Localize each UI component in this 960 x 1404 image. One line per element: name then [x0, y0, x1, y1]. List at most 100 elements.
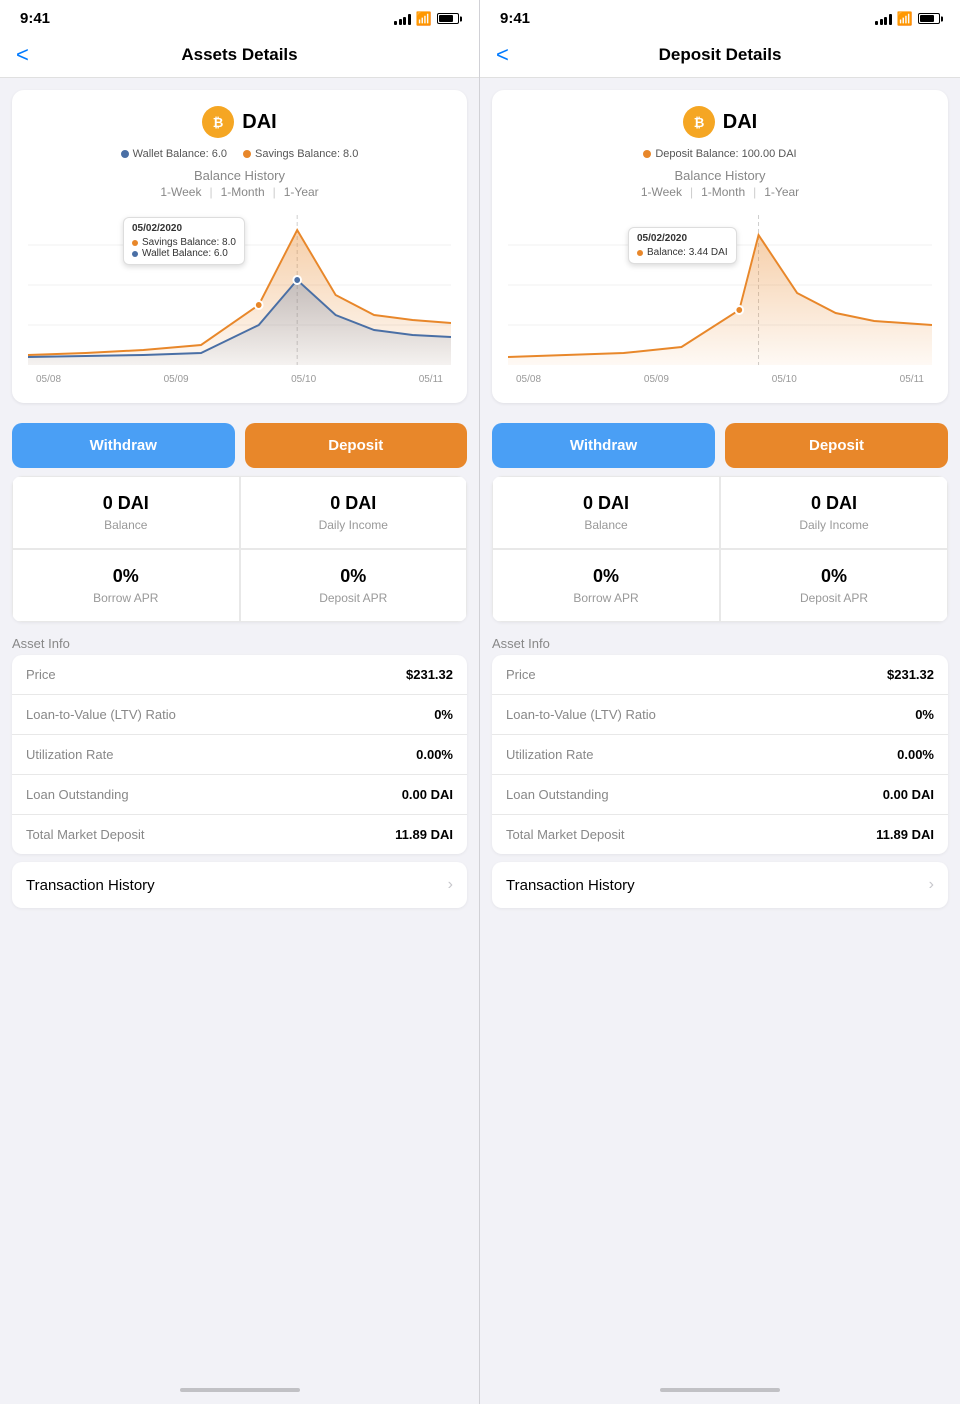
asset-info-label-1: Asset Info	[0, 630, 479, 655]
chart-xlabels-2: 05/08 05/09 05/10 05/11	[508, 372, 932, 387]
home-bar-1	[180, 1388, 300, 1392]
asset-info-card-1: Price $231.32 Loan-to-Value (LTV) Ratio …	[12, 655, 467, 854]
tab-1month-1[interactable]: 1-Month	[221, 185, 265, 199]
tab-1month-2[interactable]: 1-Month	[701, 185, 745, 199]
info-key-price-1: Price	[26, 667, 56, 682]
txn-card-1[interactable]: Transaction History ›	[12, 862, 467, 908]
legend-dot-savings	[243, 150, 251, 158]
txn-row-2: Transaction History ›	[492, 862, 948, 908]
home-indicator-1	[0, 1380, 479, 1404]
xlabel-0511-1: 05/11	[419, 374, 443, 385]
withdraw-button-2[interactable]: Withdraw	[492, 423, 715, 468]
info-key-util-1: Utilization Rate	[26, 747, 113, 762]
legend-1: Wallet Balance: 6.0 Savings Balance: 8.0	[28, 148, 451, 160]
tooltip-dot-wallet-1	[132, 251, 138, 257]
stat-value-daily-income-1: 0 DAI	[257, 493, 451, 514]
chart-tooltip-1: 05/02/2020 Savings Balance: 8.0 Wallet B…	[123, 217, 245, 265]
stat-balance-2: 0 DAI Balance	[492, 476, 720, 549]
info-row-deposit-1: Total Market Deposit 11.89 DAI	[12, 815, 467, 854]
info-row-ltv-2: Loan-to-Value (LTV) Ratio 0%	[492, 695, 948, 735]
stat-daily-income-1: 0 DAI Daily Income	[240, 476, 468, 549]
stat-value-balance-1: 0 DAI	[29, 493, 223, 514]
stat-label-daily-income-2: Daily Income	[737, 518, 931, 532]
wifi-icon-1: 📶	[416, 11, 432, 27]
page-title-2: Deposit Details	[659, 45, 782, 65]
tooltip-savings-label-1: Savings Balance: 8.0	[142, 237, 236, 248]
tab-1year-1[interactable]: 1-Year	[284, 185, 319, 199]
xlabel-0510-1: 05/10	[291, 374, 316, 385]
info-key-util-2: Utilization Rate	[506, 747, 593, 762]
legend-2: Deposit Balance: 100.00 DAI	[508, 148, 932, 160]
asset-info-card-2: Price $231.32 Loan-to-Value (LTV) Ratio …	[492, 655, 948, 854]
chart-tabs-1: 1-Week | 1-Month | 1-Year	[28, 185, 451, 199]
stat-value-borrow-apr-1: 0%	[29, 566, 223, 587]
stat-label-borrow-apr-2: Borrow APR	[509, 591, 703, 605]
status-time-1: 9:41	[20, 10, 50, 27]
stat-label-deposit-apr-2: Deposit APR	[737, 591, 931, 605]
info-row-ltv-1: Loan-to-Value (LTV) Ratio 0%	[12, 695, 467, 735]
info-row-util-2: Utilization Rate 0.00%	[492, 735, 948, 775]
tooltip-date-1: 05/02/2020	[132, 223, 236, 234]
back-button-1[interactable]: <	[16, 42, 29, 68]
stat-borrow-apr-1: 0% Borrow APR	[12, 549, 240, 622]
status-icons-2: 📶	[875, 11, 940, 27]
stat-label-daily-income-1: Daily Income	[257, 518, 451, 532]
chart-tabs-2: 1-Week | 1-Month | 1-Year	[508, 185, 932, 199]
battery-icon-1	[437, 13, 459, 24]
stat-label-deposit-apr-1: Deposit APR	[257, 591, 451, 605]
token-header-1: ₿ DAI	[28, 106, 451, 138]
tooltip-dot-deposit-2	[637, 250, 643, 256]
stat-daily-income-2: 0 DAI Daily Income	[720, 476, 948, 549]
deposit-button-1[interactable]: Deposit	[245, 423, 468, 468]
token-name-1: DAI	[242, 111, 276, 134]
info-val-deposit-1: 11.89 DAI	[395, 827, 453, 842]
info-key-loan-2: Loan Outstanding	[506, 787, 609, 802]
txn-label-2: Transaction History	[506, 877, 635, 894]
tooltip-deposit-label-2: Balance: 3.44 DAI	[647, 247, 728, 258]
status-icons-1: 📶	[394, 11, 459, 27]
chevron-right-icon-2: ›	[929, 876, 934, 894]
battery-icon-2	[918, 13, 940, 24]
stat-value-deposit-apr-1: 0%	[257, 566, 451, 587]
info-key-deposit-2: Total Market Deposit	[506, 827, 625, 842]
tab-1week-2[interactable]: 1-Week	[641, 185, 682, 199]
tooltip-date-2: 05/02/2020	[637, 233, 728, 244]
page-title-1: Assets Details	[181, 45, 297, 65]
dai-icon-2: ₿	[683, 106, 715, 138]
info-row-loan-2: Loan Outstanding 0.00 DAI	[492, 775, 948, 815]
chevron-right-icon-1: ›	[448, 876, 453, 894]
asset-info-label-2: Asset Info	[480, 630, 960, 655]
tooltip-row-savings-1: Savings Balance: 8.0	[132, 237, 236, 248]
info-row-deposit-2: Total Market Deposit 11.89 DAI	[492, 815, 948, 854]
stat-value-deposit-apr-2: 0%	[737, 566, 931, 587]
action-buttons-1: Withdraw Deposit	[0, 411, 479, 476]
home-indicator-2	[480, 1380, 960, 1404]
info-val-deposit-2: 11.89 DAI	[876, 827, 934, 842]
legend-dot-deposit	[643, 150, 651, 158]
action-buttons-2: Withdraw Deposit	[480, 411, 960, 476]
back-button-2[interactable]: <	[496, 42, 509, 68]
chart-title-1: Balance History	[28, 168, 451, 183]
stat-balance-1: 0 DAI Balance	[12, 476, 240, 549]
svg-text:₿: ₿	[213, 115, 224, 130]
signal-icon-2	[875, 13, 892, 25]
legend-label-wallet: Wallet Balance: 6.0	[133, 148, 227, 160]
info-row-price-2: Price $231.32	[492, 655, 948, 695]
withdraw-button-1[interactable]: Withdraw	[12, 423, 235, 468]
info-val-util-2: 0.00%	[897, 747, 934, 762]
info-val-loan-1: 0.00 DAI	[402, 787, 453, 802]
wifi-icon-2: 📶	[897, 11, 913, 27]
screens-container: 9:41 📶 < Assets Details	[0, 0, 960, 1404]
deposit-button-2[interactable]: Deposit	[725, 423, 948, 468]
tab-1week-1[interactable]: 1-Week	[160, 185, 201, 199]
txn-label-1: Transaction History	[26, 877, 155, 894]
legend-item-wallet: Wallet Balance: 6.0	[121, 148, 227, 160]
info-row-loan-1: Loan Outstanding 0.00 DAI	[12, 775, 467, 815]
tab-1year-2[interactable]: 1-Year	[764, 185, 799, 199]
nav-header-1: < Assets Details	[0, 33, 479, 78]
chart-xlabels-1: 05/08 05/09 05/10 05/11	[28, 372, 451, 387]
stats-grid-2: 0 DAI Balance 0 DAI Daily Income 0% Borr…	[492, 476, 948, 622]
info-key-loan-1: Loan Outstanding	[26, 787, 129, 802]
chart-area-1: 05/02/2020 Savings Balance: 8.0 Wallet B…	[28, 207, 451, 387]
txn-card-2[interactable]: Transaction History ›	[492, 862, 948, 908]
